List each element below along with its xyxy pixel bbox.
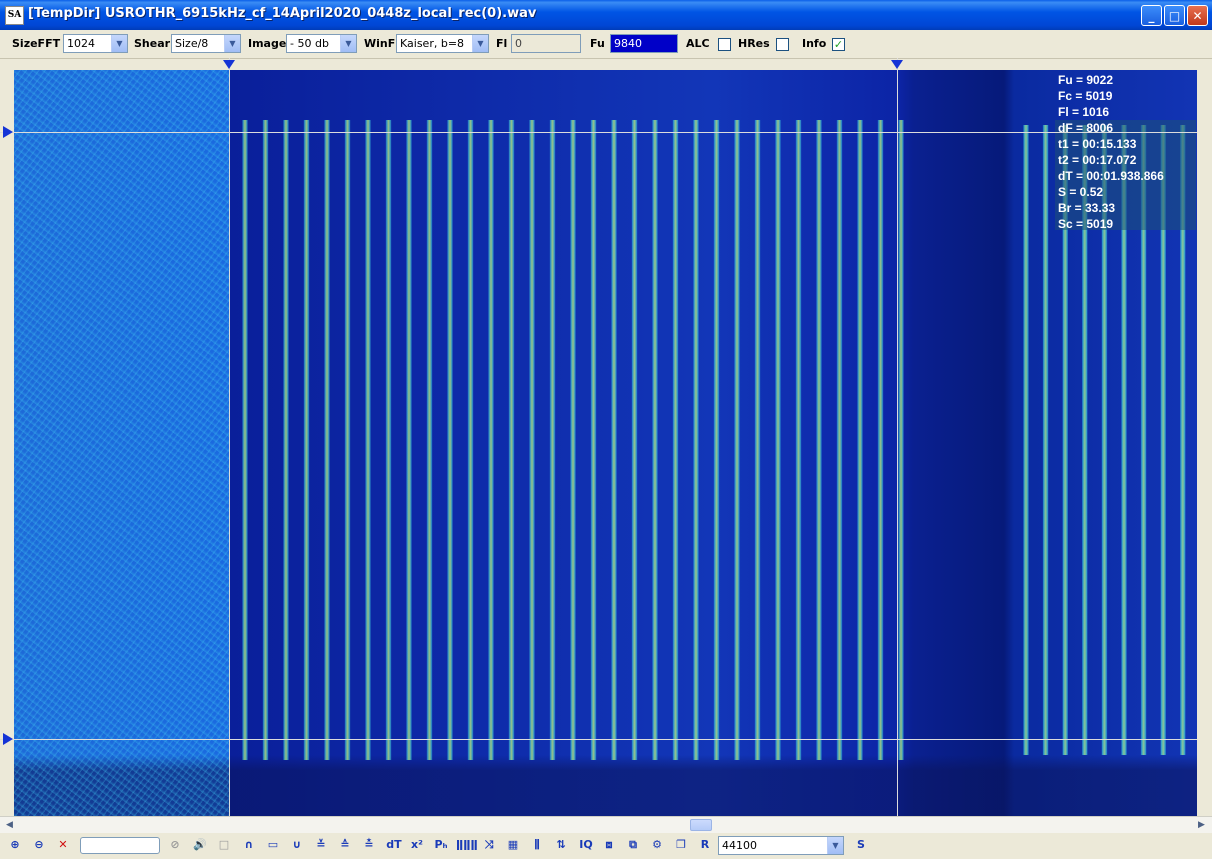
sample-rate-value: 44100 [722, 839, 757, 852]
spectrogram-display[interactable] [14, 70, 1197, 816]
scroll-thumb[interactable] [690, 819, 712, 831]
image-select[interactable]: - 50 db ▼ [286, 34, 357, 53]
noise-region [14, 70, 229, 816]
minimize-button[interactable]: _ [1141, 5, 1162, 26]
window-title: [TempDir] USROTHR_6915kHz_cf_14April2020… [28, 6, 537, 21]
fu-field[interactable]: 9840 [610, 34, 678, 53]
info-overlay: Fu = 9022 Fc = 5019 Fl = 1016 dF = 8006 … [1058, 72, 1196, 232]
winf-label: WinF [364, 37, 396, 50]
r-icon[interactable]: R [696, 836, 714, 854]
fl-field[interactable]: 0 [511, 34, 581, 53]
fu-label: Fu [590, 37, 605, 50]
info-sc: Sc = 5019 [1058, 217, 1114, 231]
info-br: Br = 33.33 [1058, 201, 1116, 215]
shear-select[interactable]: Size/8 ▼ [171, 34, 241, 53]
cursor-line-t1[interactable] [229, 58, 230, 816]
cursor-line-t2[interactable] [897, 58, 898, 816]
scroll-right-icon[interactable]: ▶ [1194, 818, 1209, 832]
fl-label: Fl [496, 37, 508, 50]
alc-label: ALC [686, 37, 710, 50]
pattern2-icon[interactable]: ⧉ [624, 836, 642, 854]
disabled-icon[interactable]: ⊘ [166, 836, 184, 854]
image-label: Image [248, 37, 287, 50]
signal-stripes-main [232, 120, 912, 760]
info-fu: Fu = 9022 [1058, 73, 1114, 87]
t2-marker-icon[interactable] [891, 60, 903, 69]
cursor-line-upper[interactable] [0, 132, 1197, 133]
close-button[interactable]: ✕ [1187, 5, 1208, 26]
pattern-icon[interactable]: ⧈ [600, 836, 618, 854]
chevron-down-icon[interactable]: ▼ [111, 35, 127, 52]
hres-label: HRes [738, 37, 770, 50]
sample-rate-select[interactable]: 44100 ▼ [718, 836, 844, 855]
gear-icon[interactable]: ⚙ [648, 836, 666, 854]
peak-both-icon[interactable]: ≛ [360, 836, 378, 854]
image-value: - 50 db [290, 37, 329, 50]
stop-icon[interactable]: □ [215, 836, 233, 854]
sizefft-select[interactable]: 1024 ▼ [63, 34, 128, 53]
sizefft-label: SizeFFT [12, 37, 61, 50]
bars-icon[interactable]: ǁǁǁ [456, 836, 478, 854]
zoom-in-icon[interactable]: ⊕ [6, 836, 24, 854]
app-icon[interactable]: SA [5, 6, 24, 25]
rectangle-icon[interactable]: ▭ [264, 836, 282, 854]
speaker-icon[interactable]: 🔊 [191, 836, 209, 854]
fl-marker-icon[interactable] [3, 733, 13, 745]
info-fc: Fc = 5019 [1058, 89, 1113, 103]
s-icon[interactable]: S [852, 836, 870, 854]
cancel-zoom-icon[interactable]: ✕ [54, 836, 72, 854]
chevron-down-icon[interactable]: ▼ [340, 35, 356, 52]
fu-marker-icon[interactable] [3, 126, 13, 138]
hres-checkbox[interactable] [776, 38, 789, 51]
horizontal-scrollbar[interactable]: ◀ ▶ [0, 816, 1212, 834]
info-fl: Fl = 1016 [1058, 105, 1110, 119]
info-s: S = 0.52 [1058, 185, 1104, 199]
table-icon[interactable]: ▦ [504, 836, 522, 854]
info-df: dF = 8006 [1058, 121, 1114, 135]
sizefft-value: 1024 [67, 37, 95, 50]
chevron-down-icon[interactable]: ▼ [472, 35, 488, 52]
peak-down-icon[interactable]: ≙ [336, 836, 354, 854]
info-t2: t2 = 00:17.072 [1058, 153, 1137, 167]
arc-icon[interactable]: ∩ [240, 836, 258, 854]
ph-icon[interactable]: Pₕ [432, 836, 450, 854]
peak-up-icon[interactable]: ≚ [312, 836, 330, 854]
alc-checkbox[interactable] [718, 38, 731, 51]
cursor-line-lower[interactable] [0, 739, 1197, 740]
info-label: Info [802, 37, 827, 50]
zoom-out-icon[interactable]: ⊖ [30, 836, 48, 854]
chevron-down-icon[interactable]: ▼ [827, 837, 843, 854]
winf-value: Kaiser, b=8 [400, 37, 465, 50]
scroll-left-icon[interactable]: ◀ [2, 818, 17, 832]
command-input[interactable] [80, 837, 160, 854]
shear-label: Shear [134, 37, 171, 50]
cross-icon[interactable]: ⤨ [480, 836, 498, 854]
shear-value: Size/8 [175, 37, 209, 50]
info-t1: t1 = 00:15.133 [1058, 137, 1137, 151]
maximize-button[interactable]: □ [1164, 5, 1185, 26]
x-squared-icon[interactable]: x² [408, 836, 426, 854]
chevron-down-icon[interactable]: ▼ [224, 35, 240, 52]
t1-marker-icon[interactable] [223, 60, 235, 69]
winf-select[interactable]: Kaiser, b=8 ▼ [396, 34, 489, 53]
top-toolbar: SizeFFT 1024 ▼ Shear Size/8 ▼ Image - 50… [0, 30, 1212, 59]
waveform-icon[interactable]: ⫼ [528, 836, 546, 854]
sort-icon[interactable]: ⇅ [552, 836, 570, 854]
bottom-toolbar: ⊕ ⊖ ✕ ⊘ 🔊 □ ∩ ▭ ∪ ≚ ≙ ≛ dT x² Pₕ ǁǁǁ ⤨ ▦… [0, 833, 1212, 859]
info-checkbox[interactable]: ✓ [832, 38, 845, 51]
dt-icon[interactable]: dT [384, 836, 404, 854]
valley-icon[interactable]: ∪ [288, 836, 306, 854]
copy-icon[interactable]: ❐ [672, 836, 690, 854]
info-dt: dT = 00:01.938.866 [1058, 169, 1164, 183]
iq-icon[interactable]: IQ [576, 836, 596, 854]
title-bar: SA [TempDir] USROTHR_6915kHz_cf_14April2… [0, 0, 1212, 30]
